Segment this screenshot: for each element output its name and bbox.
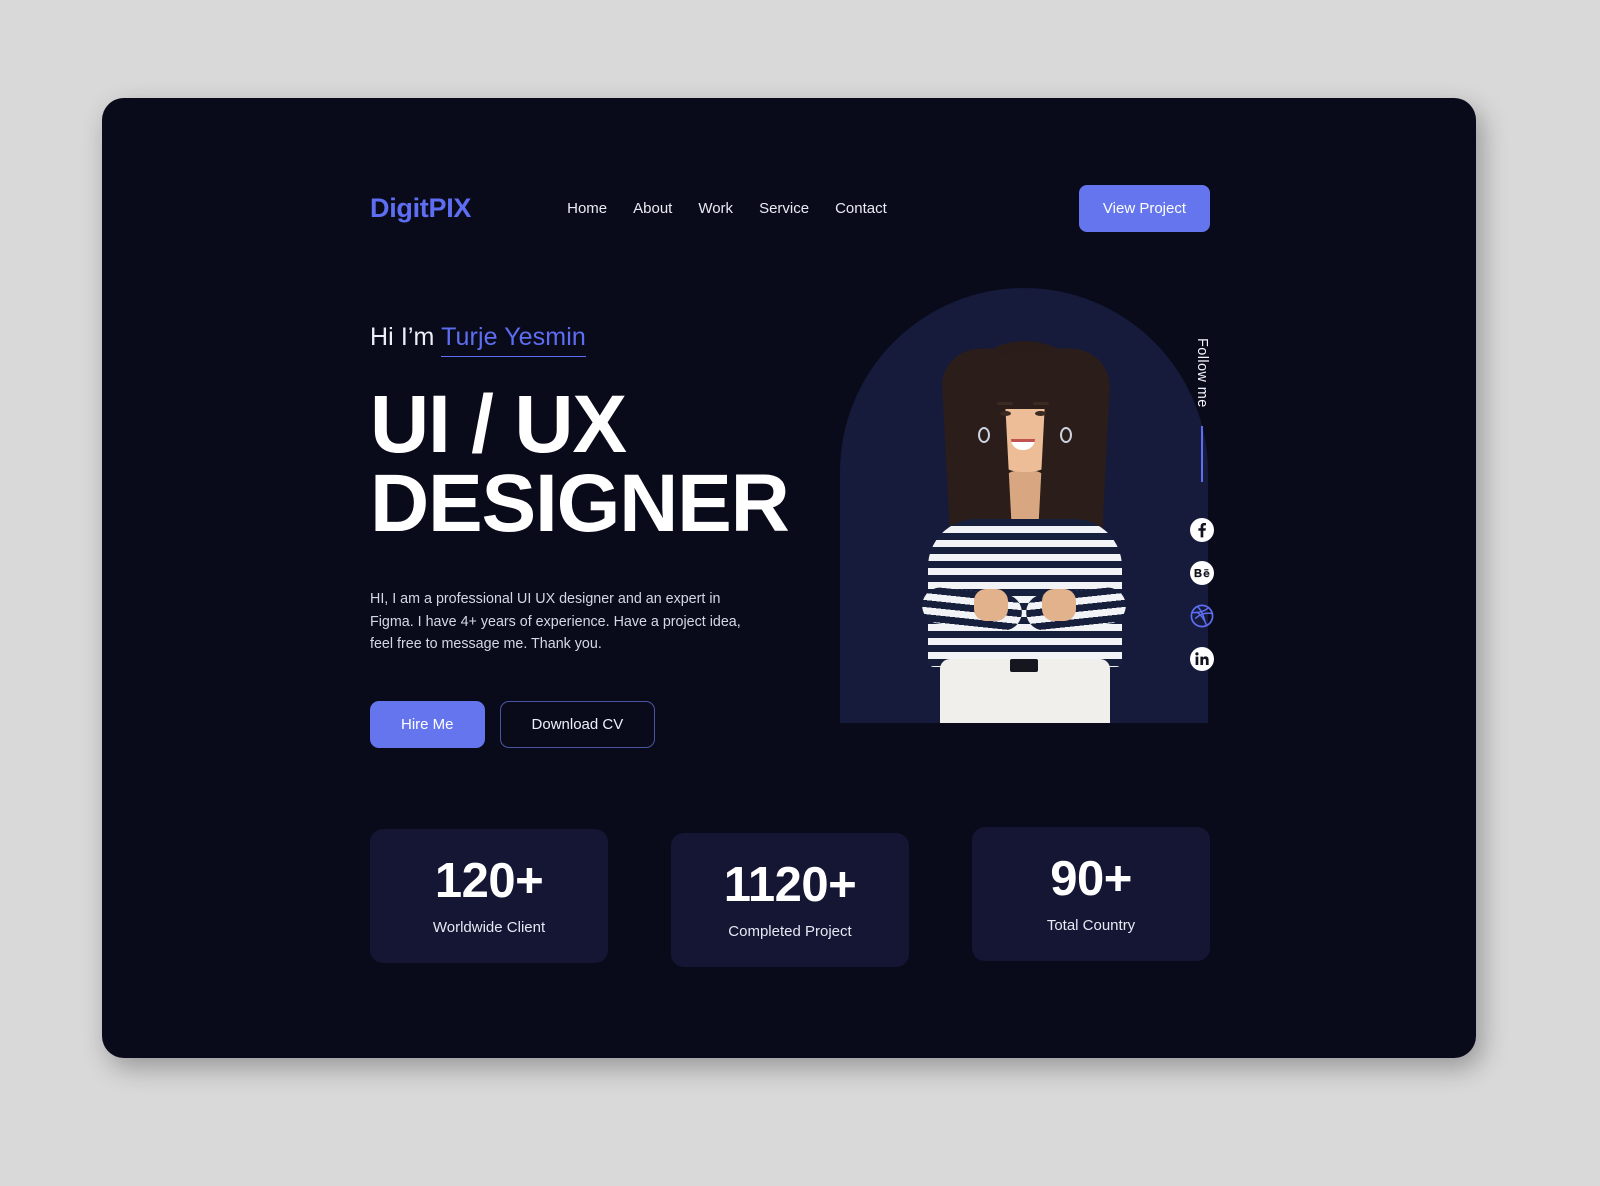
portrait-brow-left — [997, 402, 1013, 405]
stat-value: 120+ — [434, 853, 544, 908]
social-links — [1190, 517, 1214, 671]
portrait-hand-right — [974, 589, 1008, 621]
portrait-brow-right — [1033, 402, 1049, 405]
portrait-earring-right — [1060, 427, 1072, 443]
hero-greeting: Hi I’m Turje Yesmin — [370, 323, 790, 357]
stat-label: Total Country — [1046, 916, 1136, 934]
hero-actions: Hire Me Download CV — [370, 700, 790, 748]
stats-row: 120+ Worldwide Client 1120+ Completed Pr… — [370, 827, 1210, 967]
main-navigation: Home About Work Service Contact — [567, 200, 887, 217]
portrait-arch-backdrop — [840, 288, 1208, 723]
hero-content: Hi I’m Turje Yesmin UI / UX DESIGNER HI,… — [370, 323, 790, 748]
portrait-hand-left — [1042, 589, 1076, 621]
stat-value: 1120+ — [723, 857, 857, 912]
headline-line-1: UI / UX — [370, 379, 627, 470]
stat-card-completed-project: 1120+ Completed Project — [671, 833, 909, 967]
portrait-photo — [874, 323, 1174, 723]
hero-greeting-prefix: Hi I’m — [370, 323, 442, 351]
hero-description: HI, I am a professional UI UX designer a… — [370, 591, 741, 653]
nav-item-home[interactable]: Home — [567, 200, 607, 217]
facebook-icon[interactable] — [1190, 517, 1214, 542]
hire-me-button[interactable]: Hire Me — [370, 700, 485, 748]
hero-portrait — [840, 288, 1208, 723]
stat-card-total-country: 90+ Total Country — [972, 827, 1210, 961]
stat-card-worldwide-client: 120+ Worldwide Client — [370, 829, 608, 963]
nav-item-contact[interactable]: Contact — [835, 200, 887, 217]
follow-me-rail: Follow me — [1182, 338, 1222, 758]
follow-me-divider — [1201, 425, 1203, 482]
nav-item-service[interactable]: Service — [759, 200, 809, 217]
hero-name: Turje Yesmin — [441, 323, 586, 357]
stat-label: Worldwide Client — [432, 918, 546, 936]
view-project-button[interactable]: View Project — [1078, 184, 1210, 232]
nav-item-work[interactable]: Work — [698, 200, 733, 217]
behance-icon[interactable] — [1190, 560, 1214, 585]
follow-me-label: Follow me — [1194, 338, 1210, 408]
portrait-earring-left — [978, 427, 990, 443]
nav-item-about[interactable]: About — [633, 200, 672, 217]
linkedin-icon[interactable] — [1190, 646, 1214, 671]
stat-value: 90+ — [1050, 851, 1132, 906]
headline-line-2: DESIGNER — [370, 457, 790, 549]
portrait-eye-right — [1035, 411, 1046, 416]
dribbble-icon[interactable] — [1190, 604, 1214, 628]
site-header: DigitPIX Home About Work Service Contact… — [370, 183, 1210, 233]
stat-label: Completed Project — [728, 922, 852, 940]
download-cv-button[interactable]: Download CV — [499, 700, 656, 748]
page-title: UI / UX DESIGNER — [370, 379, 790, 549]
portrait-belt — [1010, 659, 1038, 672]
portrait-eye-left — [1000, 411, 1011, 416]
brand-logo[interactable]: DigitPIX — [370, 193, 471, 224]
portfolio-hero-card: DigitPIX Home About Work Service Contact… — [102, 98, 1476, 1058]
